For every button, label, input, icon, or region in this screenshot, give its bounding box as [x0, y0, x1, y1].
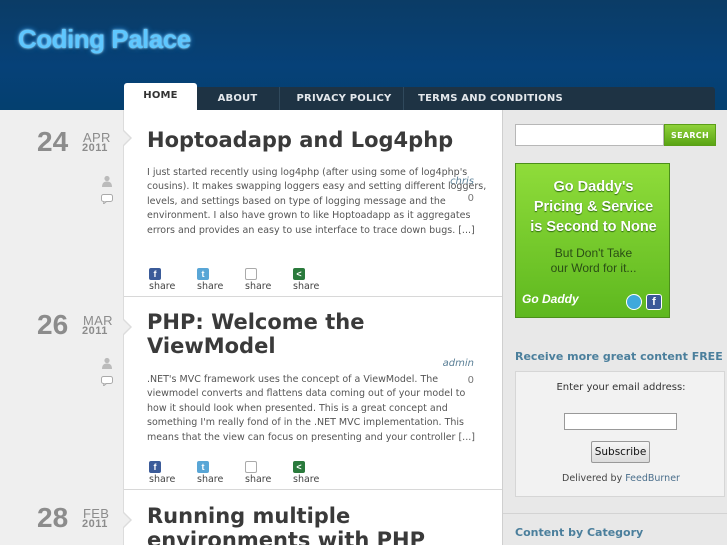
ad-headline: Go Daddy's — [553, 179, 634, 195]
share-label: share — [197, 474, 224, 485]
generic-share[interactable]: < share — [293, 460, 319, 485]
share-label: share — [197, 281, 224, 292]
twitter-share[interactable]: t share — [197, 267, 223, 292]
post-day: 28 — [37, 502, 69, 533]
feedburner-form: Enter your email address: Subscribe Deli… — [515, 371, 725, 497]
facebook-share[interactable]: f share — [149, 460, 175, 485]
ad-subline: But Don't Take — [554, 246, 633, 260]
post: 28 FEB 2011 Running multiple environment… — [0, 490, 502, 545]
email-share[interactable]: share — [245, 460, 271, 485]
search-button[interactable]: SEARCH — [664, 124, 716, 146]
feedburner-link[interactable]: FeedBurner — [625, 473, 680, 484]
comment-bubble-icon — [101, 194, 113, 204]
meta-notch-inner — [123, 513, 130, 527]
email-field[interactable] — [564, 413, 677, 430]
nav-divider — [279, 87, 280, 110]
nav-home[interactable]: HOME — [124, 83, 197, 110]
feedburner-heading: Receive more great content FREE — [515, 350, 723, 363]
facebook-icon: f — [646, 294, 662, 310]
nav-terms-and-conditions[interactable]: TERMS AND CONDITIONS — [413, 87, 568, 110]
share-label: share — [149, 474, 176, 485]
post: 24 APR 2011 chris 0 Hoptoadapp and Log4p… — [0, 110, 502, 297]
ad-headline: Pricing & Service — [533, 199, 654, 215]
email-share[interactable]: share — [245, 267, 271, 292]
main-nav: HOME ABOUT PRIVACY POLICY TERMS AND COND… — [124, 83, 715, 110]
post-excerpt: I just started recently using log4php (a… — [147, 167, 487, 236]
post-year: 2011 — [82, 325, 108, 337]
email-icon — [245, 460, 257, 473]
share-icon: < — [293, 267, 305, 280]
post-year: 2011 — [82, 142, 108, 154]
email-icon — [245, 267, 257, 280]
comment-bubble-icon — [101, 376, 113, 386]
post-title[interactable]: Running multiple environments with PHP — [147, 504, 487, 545]
twitter-icon — [626, 294, 642, 310]
twitter-share[interactable]: t share — [197, 460, 223, 485]
main-content: 24 APR 2011 chris 0 Hoptoadapp and Log4p… — [0, 110, 502, 545]
twitter-icon: t — [197, 460, 209, 473]
post-year: 2011 — [82, 518, 108, 530]
nav-privacy-policy[interactable]: PRIVACY POLICY — [285, 87, 403, 110]
nav-divider — [403, 87, 404, 110]
post-title[interactable]: Hoptoadapp and Log4php — [147, 128, 487, 152]
post-excerpt: .NET's MVC framework uses the concept of… — [147, 374, 475, 443]
facebook-icon: f — [149, 460, 161, 473]
post-day: 24 — [37, 126, 69, 157]
ad-subline: our Word for it... — [550, 261, 637, 275]
user-icon — [102, 175, 112, 187]
delivered-by: Delivered by FeedBurner — [516, 473, 726, 484]
user-icon — [102, 357, 112, 369]
delivered-by-text: Delivered by — [562, 473, 623, 484]
facebook-share[interactable]: f share — [149, 267, 175, 292]
meta-notch-inner — [123, 320, 130, 334]
share-icon: < — [293, 460, 305, 473]
ad-headline: is Second to None — [530, 219, 657, 235]
share-label: share — [293, 281, 320, 292]
twitter-icon: t — [197, 267, 209, 280]
post: 26 MAR 2011 admin 0 PHP: Welcome the Vie… — [0, 297, 502, 490]
share-label: share — [245, 281, 272, 292]
nav-about[interactable]: ABOUT — [204, 87, 271, 110]
meta-notch-inner — [123, 131, 130, 145]
subscribe-button[interactable]: Subscribe — [591, 441, 650, 463]
share-label: share — [149, 281, 176, 292]
godaddy-ad-banner[interactable]: Go Daddy's Pricing & Service is Second t… — [515, 163, 670, 318]
search-input[interactable] — [515, 124, 664, 146]
post-author[interactable]: admin — [443, 358, 474, 369]
generic-share[interactable]: < share — [293, 267, 319, 292]
post-title[interactable]: PHP: Welcome the ViewModel — [147, 310, 487, 358]
share-label: share — [293, 474, 320, 485]
site-logo[interactable]: Coding Palace — [18, 24, 191, 55]
post-day: 26 — [37, 309, 69, 340]
sidebar-divider — [503, 513, 727, 514]
email-label: Enter your email address: — [556, 382, 686, 393]
share-label: share — [245, 474, 272, 485]
facebook-icon: f — [149, 267, 161, 280]
ad-brand-logo: Go Daddy — [522, 292, 579, 306]
sidebar: SEARCH Go Daddy's Pricing & Service is S… — [502, 110, 727, 545]
category-heading: Content by Category — [515, 526, 644, 539]
